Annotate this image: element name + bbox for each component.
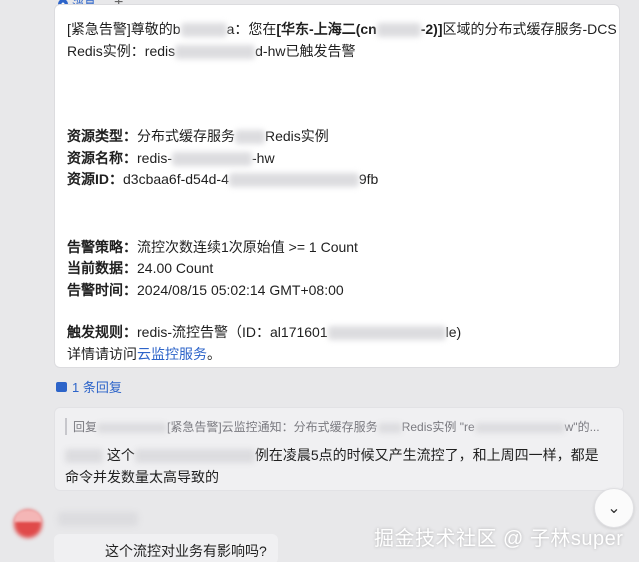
redacted-quote-user bbox=[97, 422, 168, 433]
reply-quote: 回复 [紧急告警]云监控通知：分布式缓存服务 Redis实例 "re w"的... bbox=[65, 418, 600, 435]
alert-line-2: Redis实例：redis d-hw已触发告警 bbox=[67, 41, 607, 63]
instance-text-cont: d-hw已触发告警 bbox=[255, 42, 356, 59]
alert-time-label: 告警时间： bbox=[67, 281, 137, 298]
resource-id-value: d3cbaa6f-d54d-4 bbox=[123, 171, 229, 187]
next-message-text: 这个流控对业务有影响吗? bbox=[105, 543, 267, 559]
watermark: 掘金技术社区 @ 子林super bbox=[374, 528, 624, 550]
service-name: 区域的分布式缓存服务-DCS bbox=[442, 21, 617, 37]
detail-prefix: 详情请访问 bbox=[67, 345, 137, 362]
trigger-rule-value-cont: le) bbox=[445, 324, 462, 340]
resource-name-value: redis- bbox=[137, 149, 173, 166]
detail-suffix: 。 bbox=[207, 345, 221, 362]
redacted-resource-type bbox=[235, 130, 265, 145]
redacted-region bbox=[376, 23, 421, 38]
cloud-monitor-link[interactable]: 云监控服务 bbox=[137, 346, 207, 362]
trigger-rule-row: 触发规则：redis-流控告警（ID：al171601 le) bbox=[67, 322, 607, 344]
alert-time-row: 告警时间：2024/08/15 05:02:14 GMT+08:00 bbox=[67, 280, 607, 302]
alert-line-1: [紧急告警]尊敬的b a：您在[华东-上海二(cn -2)]区域的分布式缓存服务-D… bbox=[67, 19, 617, 41]
resource-name-label: 资源名称： bbox=[67, 149, 137, 166]
policy-value: 流控次数连续1次原始值 >= 1 Count bbox=[137, 238, 358, 255]
alert-tag: [紧急告警] bbox=[67, 21, 131, 37]
resource-id-value-cont: 9fb bbox=[358, 171, 379, 187]
greeting-cont: a：您在 bbox=[226, 21, 277, 37]
detail-row: 详情请访问云监控服务。 bbox=[67, 344, 607, 366]
quote-text-end: w"的... bbox=[564, 420, 600, 434]
redacted-instance bbox=[175, 44, 256, 59]
current-data-row: 当前数据：24.00 Count bbox=[67, 258, 607, 280]
quote-prefix: 回复 bbox=[73, 420, 98, 434]
reply-text-a: 这个 bbox=[106, 447, 135, 463]
resource-name-row: 资源名称：redis- -hw bbox=[67, 148, 607, 170]
reply-text-b: 例在凌晨5点的时候又产生流控了，和上周四一样，都是 bbox=[254, 447, 599, 463]
reply-bubble-icon bbox=[56, 381, 67, 392]
avatar-highlight bbox=[14, 510, 42, 522]
resource-type-value: 分布式缓存服务 bbox=[137, 128, 235, 144]
region: [华东-上海二(cn bbox=[276, 21, 377, 37]
reply-thread: 回复 [紧急告警]云监控通知：分布式缓存服务 Redis实例 "re w"的... 这… bbox=[54, 407, 624, 491]
trigger-rule-value: redis-流控告警（ID：al171601 bbox=[137, 324, 328, 340]
redacted-quote-2 bbox=[474, 422, 565, 433]
instance-text: Redis实例：redis bbox=[67, 42, 176, 59]
policy-label: 告警策略： bbox=[67, 238, 137, 255]
current-data-value: 24.00 Count bbox=[137, 260, 214, 276]
current-data-label: 当前数据： bbox=[67, 260, 137, 276]
reply-count-button[interactable]: 1 条回复 bbox=[56, 377, 122, 396]
redacted-reply-instance bbox=[134, 449, 255, 464]
policy-row: 告警策略：流控次数连续1次原始值 >= 1 Count bbox=[67, 237, 607, 259]
reply-text-c: 命令并发数量太高导致的 bbox=[65, 469, 219, 485]
region-cont: -2)] bbox=[420, 21, 443, 37]
resource-id-label: 资源ID： bbox=[67, 171, 123, 187]
resource-type-label: 资源类型： bbox=[67, 128, 137, 144]
trigger-rule-label: 触发规则： bbox=[67, 324, 137, 340]
quote-text: [紧急告警]云监控通知：分布式缓存服务 bbox=[167, 420, 378, 434]
resource-type-value-cont: Redis实例 bbox=[265, 128, 329, 144]
chevron-double-down-icon: ⌄ bbox=[607, 500, 621, 517]
greeting: 尊敬的b bbox=[130, 21, 181, 37]
resource-id-row: 资源ID：d3cbaa6f-d54d-4 9fb bbox=[67, 169, 607, 191]
redacted-resource-id bbox=[228, 173, 359, 188]
redacted-username bbox=[180, 23, 227, 38]
resource-type-row: 资源类型：分布式缓存服务 Redis实例 bbox=[67, 126, 607, 148]
redacted-reply-user bbox=[65, 449, 103, 464]
resource-name-value-cont: -hw bbox=[252, 149, 275, 166]
redacted-rule-id bbox=[327, 326, 446, 341]
redacted-resource-name bbox=[172, 151, 253, 166]
reply-count-label: 1 条回复 bbox=[72, 380, 122, 395]
reply-text: 这个 例在凌晨5点的时候又产生流控了，和上周四一样，都是命令并发数量太高导致的 bbox=[65, 444, 615, 488]
redacted-sender-name bbox=[58, 512, 138, 526]
alert-message-card: [紧急告警]尊敬的b a：您在[华东-上海二(cn -2)]区域的分布式缓存服务-D… bbox=[54, 4, 620, 368]
quote-text-cont: Redis实例 "re bbox=[401, 420, 475, 434]
alert-time-value: 2024/08/15 05:02:14 GMT+08:00 bbox=[137, 281, 344, 298]
redacted-quote-1 bbox=[377, 422, 402, 433]
